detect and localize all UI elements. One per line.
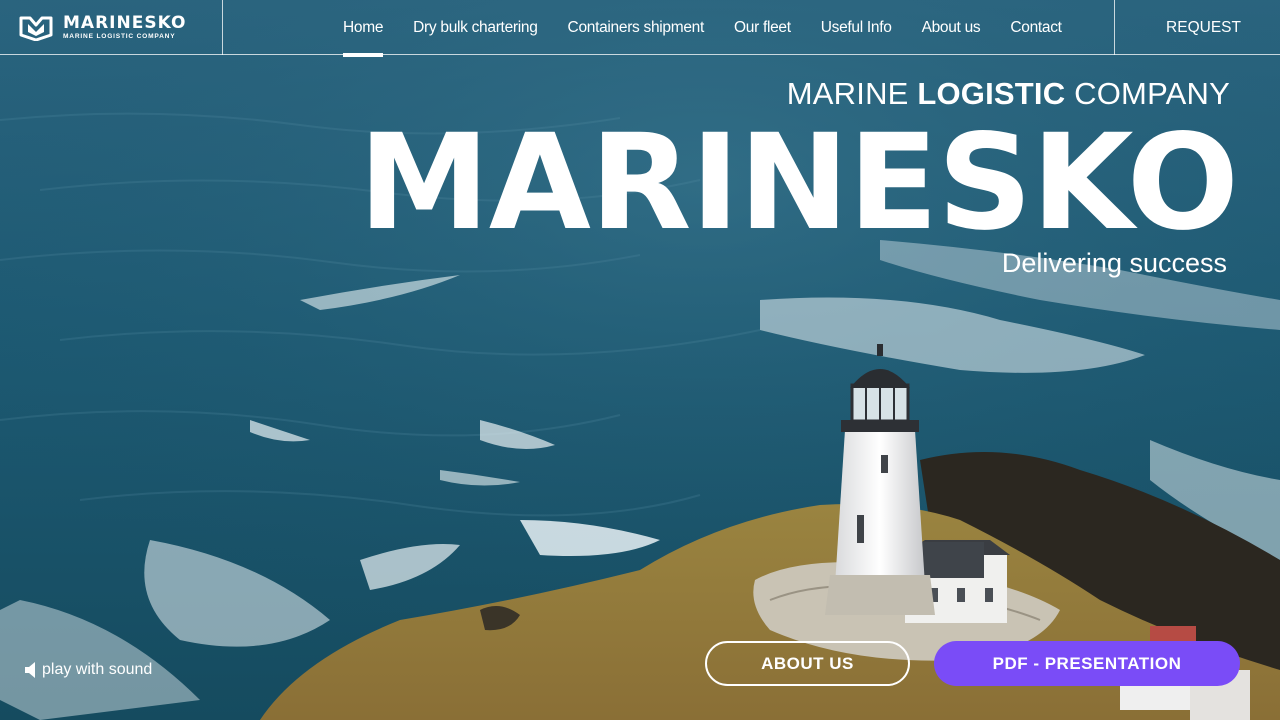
nav-item-contact[interactable]: Contact — [995, 0, 1076, 55]
about-us-button[interactable]: ABOUT US — [705, 641, 910, 686]
nav-item-dry-bulk-chartering[interactable]: Dry bulk chartering — [398, 0, 552, 55]
nav-item-our-fleet[interactable]: Our fleet — [719, 0, 806, 55]
speaker-icon — [25, 662, 35, 678]
nav-item-containers-shipment[interactable]: Containers shipment — [553, 0, 719, 55]
sound-label: play with sound — [42, 661, 153, 678]
logo-m-icon — [19, 16, 53, 41]
nav-item-useful-info[interactable]: Useful Info — [806, 0, 907, 55]
logo-subtitle: MARINE LOGISTIC COMPANY — [63, 32, 176, 40]
logo-name: MARINESKO — [63, 12, 187, 33]
play-with-sound-toggle[interactable]: play with sound — [24, 661, 152, 679]
logo-text: MARINESKO MARINE LOGISTIC COMPANY — [63, 12, 187, 41]
nav-item-home[interactable]: Home — [328, 0, 398, 57]
pdf-presentation-button[interactable]: PDF - PRESENTATION — [934, 641, 1240, 686]
main-nav: Home Dry bulk chartering Containers ship… — [328, 0, 1077, 57]
request-button[interactable]: REQUEST — [1114, 0, 1280, 55]
hero-title: MARINESKO — [358, 106, 1239, 260]
site-header: MARINESKO MARINE LOGISTIC COMPANY Home D… — [0, 0, 1280, 57]
brand-logo[interactable]: MARINESKO MARINE LOGISTIC COMPANY — [0, 0, 223, 55]
hero-slogan: Delivering success — [1001, 248, 1227, 278]
nav-item-about-us[interactable]: About us — [907, 0, 996, 55]
